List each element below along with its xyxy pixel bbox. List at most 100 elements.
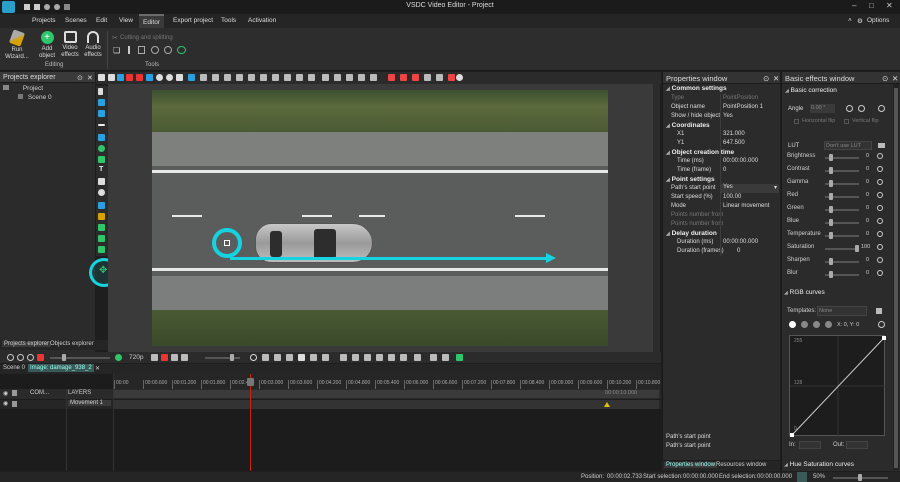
red-slider[interactable]	[825, 193, 859, 200]
animation-tool-icon[interactable]	[98, 213, 105, 220]
effects-close-icon[interactable]: ✕	[892, 74, 898, 83]
dropdown-arrow-icon[interactable]: ▾	[774, 184, 777, 191]
align-center-icon[interactable]	[212, 74, 219, 81]
blur-value[interactable]: 0	[861, 270, 869, 276]
pin-icon[interactable]: ⊙	[77, 74, 83, 82]
prop-object-name-value[interactable]: PointPosition 1	[723, 104, 763, 113]
collapse-ribbon-icon[interactable]: ˄	[848, 17, 852, 24]
menu-editor[interactable]: Editor	[139, 14, 164, 28]
play-icon[interactable]	[298, 354, 305, 361]
saturation-value[interactable]: 100	[861, 244, 870, 250]
rotate-left-icon[interactable]	[846, 105, 853, 112]
options-gear-icon[interactable]: ⚙	[857, 17, 863, 25]
curve-channel-blue[interactable]	[825, 321, 832, 328]
lut-dropdown[interactable]: Don't use LUT	[824, 141, 872, 150]
vflip-checkbox[interactable]	[844, 119, 849, 124]
rotate-tool-icon[interactable]	[151, 46, 159, 54]
brightness-knob[interactable]	[829, 154, 833, 161]
red-value[interactable]: 0	[861, 192, 869, 198]
align-middle-icon[interactable]	[248, 74, 255, 81]
toolbar-icon-6[interactable]	[156, 74, 163, 81]
green-slider[interactable]	[825, 206, 859, 213]
blur-reset-icon[interactable]	[877, 270, 883, 276]
crop-tool-icon[interactable]: ❏	[113, 46, 120, 55]
group-icon[interactable]	[370, 74, 377, 81]
prop-x1-value[interactable]: 321.000	[723, 131, 745, 140]
curve-channel-green[interactable]	[813, 321, 820, 328]
angle-reset-icon[interactable]	[878, 105, 885, 112]
blue-value[interactable]: 0	[861, 218, 869, 224]
clock-icon[interactable]	[250, 354, 257, 361]
menu-view[interactable]: View	[119, 17, 133, 24]
prop-start-speed-value[interactable]: 100.00	[723, 194, 741, 203]
section-basic-correction[interactable]: ◢ Basic correction	[785, 87, 837, 96]
distribute-h-icon[interactable]	[272, 74, 279, 81]
properties-close-icon[interactable]: ✕	[773, 74, 779, 83]
forward-icon[interactable]	[310, 354, 317, 361]
section-rgb-curves[interactable]: ◢ RGB curves	[784, 289, 825, 298]
blue-slider[interactable]	[825, 219, 859, 226]
gamma-value[interactable]: 0	[861, 179, 869, 185]
volume-slider[interactable]	[205, 354, 240, 361]
timeline-zoom-slider[interactable]	[50, 354, 110, 361]
menu-tools[interactable]: Tools	[221, 17, 236, 24]
zoom-out-icon[interactable]	[17, 354, 24, 361]
collapse-point-icon[interactable]: ◢	[666, 177, 670, 183]
prop-mode-value[interactable]: Linear movement	[723, 203, 769, 212]
effects-scroll-thumb[interactable]	[894, 88, 898, 468]
toolbar-icon-2[interactable]	[117, 74, 124, 81]
keyframe-marker[interactable]	[604, 402, 610, 407]
saturation-slider[interactable]	[825, 245, 859, 252]
zoom-in-icon[interactable]	[7, 354, 14, 361]
effects-pin-icon[interactable]: ⊙	[882, 74, 888, 83]
grid-icon[interactable]	[188, 74, 195, 81]
sharpen-reset-icon[interactable]	[877, 257, 883, 263]
stop-icon[interactable]	[340, 354, 347, 361]
move-down-icon[interactable]	[334, 74, 341, 81]
text-t-icon[interactable]: T	[99, 166, 103, 173]
menu-scenes[interactable]: Scenes	[65, 17, 87, 24]
playhead-handle[interactable]	[247, 378, 254, 386]
collapse-rgb-icon[interactable]: ◢	[784, 290, 788, 296]
zoom-knob[interactable]	[858, 474, 862, 481]
trim-tool-icon[interactable]	[138, 46, 145, 54]
toolbar-icon-8[interactable]	[176, 74, 183, 81]
layer-icon[interactable]	[388, 74, 395, 81]
run-wizard-button[interactable]: Run Wizard...	[2, 29, 32, 61]
tl-tool-7[interactable]	[388, 354, 395, 361]
sharpen-value[interactable]: 0	[861, 257, 869, 263]
tl-tool-2[interactable]	[161, 354, 168, 361]
templates-options-icon[interactable]	[876, 308, 882, 314]
tab-objects-explorer[interactable]: Objects explorer	[50, 341, 94, 347]
saturation-knob[interactable]	[855, 245, 859, 252]
curve-in-input[interactable]	[799, 441, 821, 449]
align-bottom-icon[interactable]	[260, 74, 267, 81]
temperature-slider[interactable]	[825, 232, 859, 239]
tl-tool-6[interactable]	[376, 354, 383, 361]
menu-edit[interactable]: Edit	[96, 17, 107, 24]
motion-path-line[interactable]	[230, 257, 548, 260]
collapse-hue-icon[interactable]: ◢	[784, 462, 788, 468]
layer2-icon[interactable]	[400, 74, 407, 81]
menu-export[interactable]: Export project	[173, 17, 213, 24]
speed-tool-icon[interactable]	[177, 46, 186, 54]
prop-time-frame-value[interactable]: 0	[723, 167, 726, 176]
tab-image[interactable]: Image: damage_938_2	[28, 364, 94, 372]
section-point-settings[interactable]: ◢ Point settings	[666, 176, 715, 185]
text-tool-icon[interactable]	[98, 110, 105, 117]
prop-start-point-value[interactable]: Yes ▾	[721, 184, 779, 193]
contrast-reset-icon[interactable]	[877, 166, 883, 172]
rotate-right-icon[interactable]	[858, 105, 865, 112]
contrast-knob[interactable]	[829, 167, 833, 174]
section-creation-time[interactable]: ◢ Object creation time	[666, 149, 734, 158]
minimize-icon[interactable]: –	[852, 1, 856, 10]
angle-input[interactable]: 0.00 °	[810, 104, 835, 113]
layer4-icon[interactable]	[424, 74, 431, 81]
layer3-icon[interactable]	[412, 74, 419, 81]
volume-knob[interactable]	[230, 354, 234, 361]
tab-projects-explorer[interactable]: Projects explorer	[2, 341, 52, 347]
sharpen-knob[interactable]	[829, 258, 833, 265]
curve-channel-white[interactable]	[789, 321, 796, 328]
tab-properties-window[interactable]: Properties window	[664, 462, 718, 468]
contrast-value[interactable]: 0	[861, 166, 869, 172]
